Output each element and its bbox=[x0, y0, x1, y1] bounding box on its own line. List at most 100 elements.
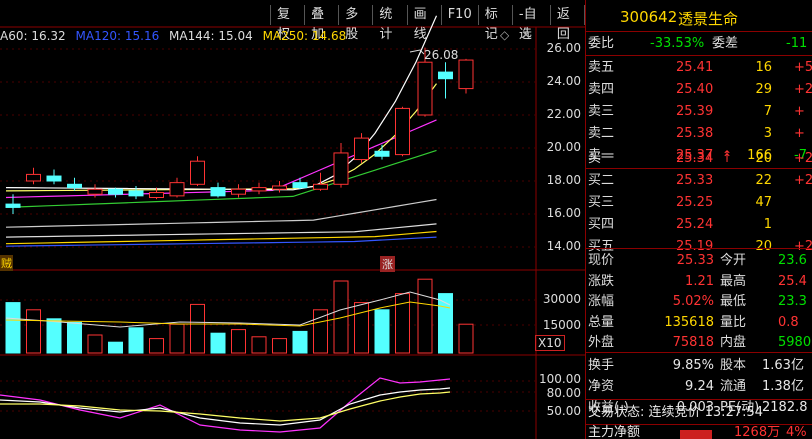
volume-bar bbox=[251, 336, 267, 354]
volume-bar bbox=[26, 309, 41, 354]
toolbar-back-button[interactable]: 返回 bbox=[549, 5, 585, 42]
bid-price: 25.34 bbox=[676, 151, 714, 166]
stat-value: 9.85% bbox=[672, 358, 714, 373]
ask-price: 25.38 bbox=[676, 126, 714, 141]
candlestick bbox=[251, 187, 267, 192]
stat-label: 今开 bbox=[720, 253, 747, 268]
toolbar-multistock-button[interactable]: 多股 bbox=[338, 5, 372, 42]
bid-change: +2 bbox=[794, 151, 812, 166]
stat-value: 1.63亿 bbox=[762, 358, 804, 373]
ask-change: +2 bbox=[794, 82, 812, 97]
ask-level-label: 卖三 bbox=[588, 104, 615, 119]
candlestick bbox=[374, 150, 390, 157]
bid-volume: 47 bbox=[755, 195, 772, 210]
high-marker-line bbox=[409, 49, 425, 55]
stat-value: 135618 bbox=[664, 314, 714, 330]
kline-chart-area[interactable]: 复权 叠加 多股 统计 画线 F10 标记 -自选 返回 A60: 16.32 … bbox=[0, 0, 585, 439]
divider bbox=[586, 31, 812, 32]
quote-panel: 300642 透景生命 委比 -33.53% 委差 -11 卖五 25.41 16 +… bbox=[585, 0, 812, 439]
bid-row[interactable]: 买三 25.25 47 bbox=[586, 192, 812, 213]
ask-price: 25.41 bbox=[676, 60, 714, 75]
volume-bar bbox=[292, 330, 308, 354]
volume-bar bbox=[128, 327, 144, 354]
stock-name: 透景生命 bbox=[678, 10, 739, 28]
volume-bar bbox=[210, 332, 226, 354]
candlestick bbox=[149, 192, 164, 199]
ma144-label: MA144: 15.04 bbox=[169, 29, 253, 43]
stat-label: 现价 bbox=[588, 253, 615, 268]
volume-bar bbox=[190, 303, 205, 354]
candlestick bbox=[272, 185, 287, 190]
indicator-line-k bbox=[0, 387, 451, 426]
ask-price: 25.40 bbox=[676, 82, 714, 97]
stat-label: 最高 bbox=[720, 273, 747, 289]
ask-change: + bbox=[794, 126, 805, 141]
ask-change: + bbox=[794, 104, 805, 119]
high-price-marker: 26.08 bbox=[424, 48, 459, 62]
candlestick bbox=[26, 173, 41, 182]
ask-row[interactable]: 卖五 25.41 16 +5 bbox=[586, 57, 812, 78]
ask-row[interactable]: 卖三 25.39 7 + bbox=[586, 101, 812, 122]
price-axis-label: 20.00 bbox=[546, 140, 581, 154]
candlestick bbox=[5, 203, 21, 208]
volume-bar bbox=[5, 302, 21, 354]
ask-volume: 3 bbox=[763, 126, 772, 141]
volume-bar bbox=[231, 329, 246, 354]
toolbar-stats-button[interactable]: 统计 bbox=[372, 5, 406, 42]
toolbar-fuquan-button[interactable]: 复权 bbox=[270, 5, 304, 42]
toolbar-overlay-button[interactable]: 叠加 bbox=[304, 5, 338, 42]
price-axis-label: 26.00 bbox=[546, 41, 581, 55]
kline-chart-svg[interactable] bbox=[0, 0, 585, 439]
candlestick bbox=[87, 188, 103, 195]
trade-status: 交易状态: 连续竞价 13:27:54 bbox=[588, 405, 764, 420]
stat-value: 23.3 bbox=[778, 294, 807, 309]
indicator-axis-label: 50.00 bbox=[546, 404, 581, 418]
toolbar-remove-watchlist-button[interactable]: -自选 bbox=[511, 5, 550, 42]
candlestick bbox=[210, 187, 226, 197]
volume-axis-label: 30000 bbox=[542, 292, 581, 306]
stat-label: 内盘 bbox=[720, 335, 747, 350]
volume-bar bbox=[108, 341, 123, 354]
quote-stat-row: 现价 25.33 今开 23.6 bbox=[586, 250, 812, 271]
toolbar-draw-button[interactable]: 画线 bbox=[406, 5, 441, 42]
candlestick bbox=[417, 61, 433, 116]
bid-row[interactable]: 买四 25.24 1 bbox=[586, 214, 812, 235]
candlestick bbox=[395, 107, 410, 156]
volume-bar bbox=[313, 309, 328, 354]
settings-icon[interactable]: ◇ bbox=[500, 28, 509, 42]
stock-code: 300642 bbox=[620, 8, 678, 26]
volume-unit-label: X10 bbox=[535, 335, 565, 351]
bid-price: 25.25 bbox=[676, 195, 714, 210]
stat-label: 外盘 bbox=[588, 335, 615, 350]
ask-level-label: 卖二 bbox=[588, 126, 615, 141]
toolbar-f10-button[interactable]: F10 bbox=[440, 5, 478, 25]
close-icon[interactable]: ✕ bbox=[521, 28, 531, 42]
stat-label: 流通 bbox=[720, 379, 747, 394]
stat-value: 1.21 bbox=[685, 273, 714, 289]
price-axis-label: 16.00 bbox=[546, 206, 581, 220]
stat-label: 涨幅 bbox=[588, 294, 615, 309]
ma-legend: A60: 16.32 MA120: 15.16 MA144: 15.04 MA2… bbox=[0, 29, 352, 43]
stat-label: 最低 bbox=[720, 294, 747, 309]
candlestick bbox=[292, 182, 308, 189]
signal-tag-left: 贼 bbox=[0, 255, 13, 271]
ma120-line bbox=[5, 236, 437, 247]
divider bbox=[586, 248, 812, 249]
stat-value: 1.38亿 bbox=[762, 379, 804, 394]
toolbar-mark-button[interactable]: 标记 bbox=[477, 5, 512, 42]
divider bbox=[586, 55, 812, 56]
stat-value: 25.4 bbox=[778, 273, 807, 289]
bid-row[interactable]: 买一 25.34 ↑ 20 +2 bbox=[586, 148, 812, 169]
fundamental-stat-row: 净资 9.24 流通 1.38亿 bbox=[586, 376, 812, 397]
bid-row[interactable]: 买二 25.33 22 +2 bbox=[586, 170, 812, 191]
ask-row[interactable]: 卖四 25.40 29 +2 bbox=[586, 79, 812, 100]
price-axis-label: 22.00 bbox=[546, 107, 581, 121]
ask-row[interactable]: 卖二 25.38 3 + bbox=[586, 123, 812, 144]
candlestick bbox=[46, 175, 62, 182]
price-axis-label: 24.00 bbox=[546, 74, 581, 88]
chart-toolbar: 复权 叠加 多股 统计 画线 F10 标记 -自选 返回 bbox=[270, 5, 585, 42]
candlestick bbox=[354, 137, 369, 161]
ask-volume: 29 bbox=[755, 82, 772, 97]
volume-bar bbox=[354, 302, 369, 354]
stat-value: 75818 bbox=[672, 335, 714, 350]
